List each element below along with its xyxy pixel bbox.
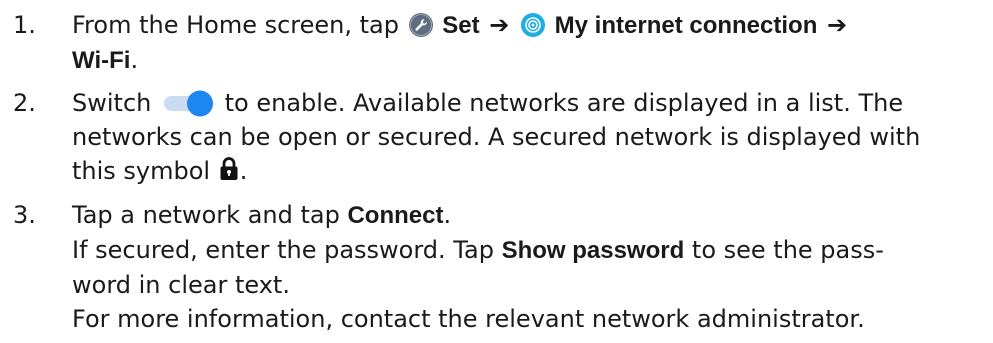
step-text: this symbol (72, 157, 211, 185)
step-3-line-2: If secured, enter the password. Tap Show… (72, 233, 990, 268)
step-text: For more information, contact the releva… (72, 305, 865, 333)
step-2-line-1: Switch to enable. Available networks are… (72, 86, 990, 120)
step-number: 3. (13, 201, 36, 229)
internet-connection-icon (521, 13, 546, 37)
step-3-line-1: Tap a network and tap Connect. (72, 198, 990, 233)
step-text: Tap a network and tap (72, 201, 340, 229)
step-text: word in clear text. (72, 271, 290, 299)
step-text: . (130, 46, 139, 74)
step-2-text: Switch to enable. Available networks are… (72, 86, 990, 188)
toggle-switch-icon (164, 90, 213, 117)
settings-wrench-icon (408, 13, 433, 37)
step-1-line-1: From the Home screen, tap Set ➔ My inter… (72, 8, 990, 43)
step-text: . (443, 201, 452, 229)
right-arrow-icon: ➔ (489, 11, 510, 39)
step-text: to enable. Available networks are displa… (224, 89, 904, 117)
step-text: to see the pass- (691, 236, 884, 264)
step-text: networks can be open or secured. A secur… (72, 123, 921, 151)
wifi-label: Wi-Fi (72, 47, 131, 74)
internet-connection-label: My internet connection (554, 12, 818, 39)
set-label: Set (442, 12, 480, 39)
step-number: 2. (13, 89, 36, 117)
lock-icon (220, 157, 238, 180)
show-password-label: Show password (501, 237, 685, 264)
step-number: 1. (13, 11, 36, 39)
step-3-text: Tap a network and tap Connect. If secure… (72, 198, 990, 336)
step-1-text: From the Home screen, tap Set ➔ My inter… (72, 8, 990, 78)
step-2-line-3: this symbol . (72, 154, 990, 188)
connect-label: Connect (347, 202, 444, 229)
step-text: From the Home screen, tap (72, 11, 399, 39)
right-arrow-icon: ➔ (827, 11, 848, 39)
step-text: Switch (72, 89, 152, 117)
step-text: If secured, enter the password. Tap (72, 236, 494, 264)
step-text: . (239, 157, 248, 185)
step-1-line-2: Wi-Fi. (72, 43, 990, 78)
